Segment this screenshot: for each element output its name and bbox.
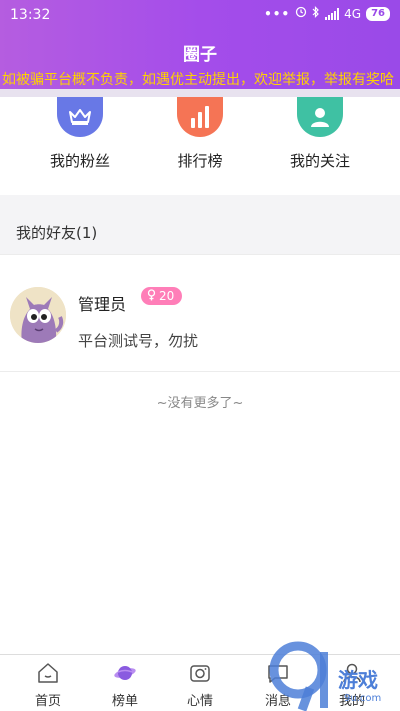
quick-action-ranking[interactable]: 排行榜 <box>140 97 260 195</box>
page-title: 圈子 <box>183 45 217 65</box>
avatar[interactable] <box>10 287 66 343</box>
gender-level-badge: 20 <box>141 287 183 305</box>
tab-label: 榜单 <box>111 694 138 709</box>
friend-list-item[interactable]: 管理员 20 平台测试号，勿扰 <box>0 266 400 372</box>
notice-marquee: 如被骗平台概不负责，如遇优主动提出，欢迎举报，举报有奖哈 <box>0 66 400 90</box>
notice-divider <box>0 89 400 97</box>
alarm-icon <box>295 6 307 21</box>
tab-label: 心情 <box>186 694 213 709</box>
tab-label: 首页 <box>34 694 61 709</box>
bluetooth-icon <box>312 6 320 21</box>
tab-mood[interactable]: 心情 <box>160 655 240 711</box>
section-divider <box>0 195 400 207</box>
status-time: 13:32 <box>10 7 51 23</box>
signal-icon <box>325 7 340 20</box>
camera-icon <box>190 665 210 682</box>
watermark-text: 游戏 <box>338 668 378 692</box>
quick-action-label: 我的粉丝 <box>49 152 110 170</box>
friend-signature: 平台测试号，勿扰 <box>78 332 199 350</box>
quick-actions: 我的粉丝 排行榜 我的关注 <box>0 97 400 195</box>
quick-action-label: 我的关注 <box>289 152 350 170</box>
watermark-url: 9u.com <box>344 693 382 704</box>
tab-messages[interactable]: 消息 <box>238 655 318 711</box>
friends-section-title: 我的好友(1) <box>16 224 98 242</box>
status-indicators: ••• 4G 76 <box>264 6 390 21</box>
quick-action-fans[interactable]: 我的粉丝 <box>20 97 140 195</box>
tab-label: 消息 <box>264 694 291 709</box>
user-icon <box>297 97 343 137</box>
female-icon <box>147 288 156 304</box>
friends-section-header: 我的好友(1) <box>0 207 400 255</box>
notice-text: 如被骗平台概不负责，如遇优主动提出，欢迎举报，举报有奖哈 <box>2 72 394 88</box>
friend-name: 管理员 <box>78 295 127 314</box>
quick-action-following[interactable]: 我的关注 <box>260 97 380 195</box>
bar-chart-icon <box>177 97 223 137</box>
tab-home[interactable]: 首页 <box>8 655 88 711</box>
crown-icon <box>57 97 103 137</box>
message-icon <box>268 665 288 683</box>
quick-action-label: 排行榜 <box>177 152 223 170</box>
list-end-hint: ~没有更多了~ <box>156 396 244 411</box>
more-dots-icon: ••• <box>264 6 291 21</box>
badge-count: 20 <box>159 289 175 303</box>
home-icon <box>38 663 58 683</box>
status-bar: 13:32 ••• 4G 76 <box>0 0 400 30</box>
battery-icon: 76 <box>366 6 390 21</box>
tab-ranking[interactable]: 榜单 <box>85 655 165 711</box>
network-type: 4G <box>344 6 362 21</box>
planet-icon <box>114 666 136 680</box>
